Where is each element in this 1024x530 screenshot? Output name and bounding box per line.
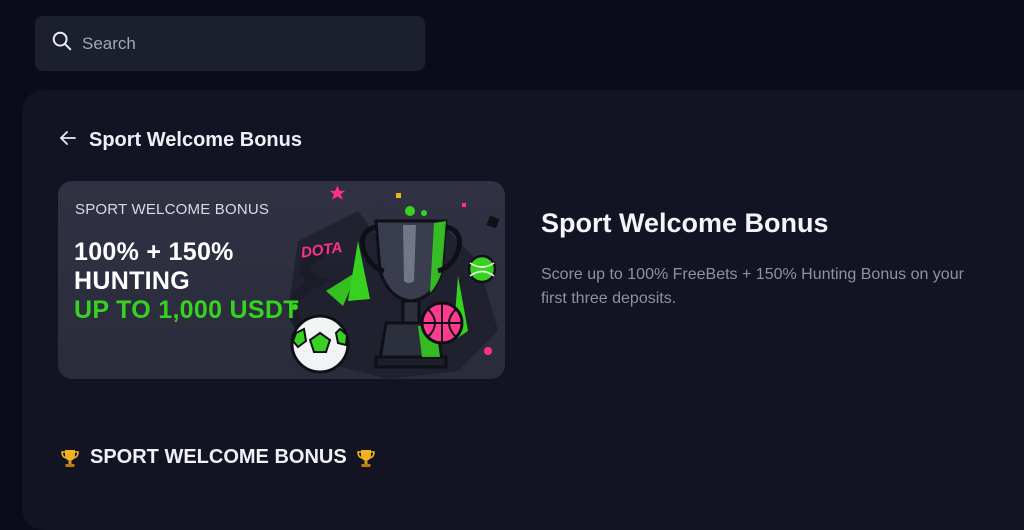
- promo-title: Sport Welcome Bonus: [541, 208, 829, 238]
- search-bar[interactable]: [35, 16, 425, 71]
- search-input[interactable]: [82, 33, 402, 54]
- banner-amount: UP TO 1,000 USDT: [74, 296, 299, 324]
- soccer-ball-illustration: [290, 314, 350, 374]
- basketball-illustration: [420, 301, 464, 345]
- banner-headline-1: 100% + 150%: [74, 238, 234, 266]
- section-title-text: SPORT WELCOME BONUS: [90, 446, 347, 468]
- promo-banner[interactable]: DOTA SPORT WELCOME BONUS 100% + 150% HUN…: [58, 181, 505, 379]
- trophy-icon: [60, 448, 80, 468]
- arrow-left-icon: [58, 128, 78, 153]
- search-icon: [51, 30, 73, 57]
- promo-description: Score up to 100% FreeBets + 150% Hunting…: [541, 266, 964, 307]
- page-title: Sport Welcome Bonus: [89, 129, 302, 151]
- section-heading: SPORT WELCOME BONUS: [60, 446, 376, 469]
- back-button[interactable]: Sport Welcome Bonus: [58, 128, 302, 153]
- trophy-icon: [356, 448, 376, 468]
- banner-eyebrow: SPORT WELCOME BONUS: [75, 201, 270, 218]
- banner-headline-2: HUNTING: [74, 267, 190, 295]
- tennis-ball-illustration: [467, 254, 497, 284]
